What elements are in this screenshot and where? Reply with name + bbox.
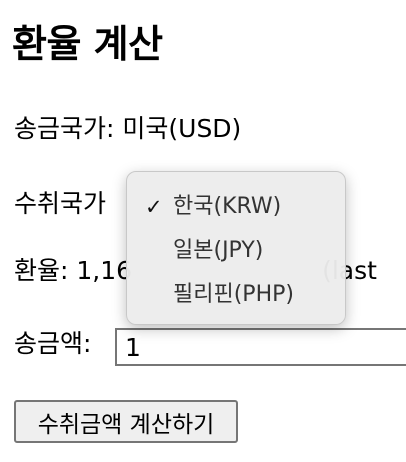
- option-label: 필리핀(PHP): [173, 282, 294, 307]
- send-country-row: 송금국가: 미국(USD): [14, 113, 241, 145]
- dropdown-option-krw[interactable]: ✓ 한국(KRW): [127, 185, 345, 229]
- send-country-value: 미국(USD): [122, 114, 242, 143]
- page-title: 환율 계산: [12, 22, 163, 66]
- option-label: 한국(KRW): [173, 194, 282, 219]
- amount-row: 송금액:: [14, 328, 91, 360]
- exchange-rate-value-start: 1,16: [76, 256, 133, 285]
- receive-country-label: 수취국가: [14, 189, 107, 218]
- checkmark-icon: ✓: [145, 195, 163, 219]
- amount-input[interactable]: [115, 328, 406, 366]
- dropdown-option-jpy[interactable]: 일본(JPY): [127, 229, 345, 273]
- amount-label: 송금액:: [14, 329, 92, 358]
- option-label: 일본(JPY): [173, 238, 264, 263]
- calculate-button[interactable]: 수취금액 계산하기: [14, 400, 238, 443]
- dropdown-option-php[interactable]: 필리핀(PHP): [127, 273, 345, 317]
- send-country-label: 송금국가:: [14, 114, 115, 143]
- receive-country-dropdown: ✓ 한국(KRW) 일본(JPY) 필리핀(PHP): [126, 171, 346, 325]
- exchange-rate-label: 환율:: [14, 256, 69, 285]
